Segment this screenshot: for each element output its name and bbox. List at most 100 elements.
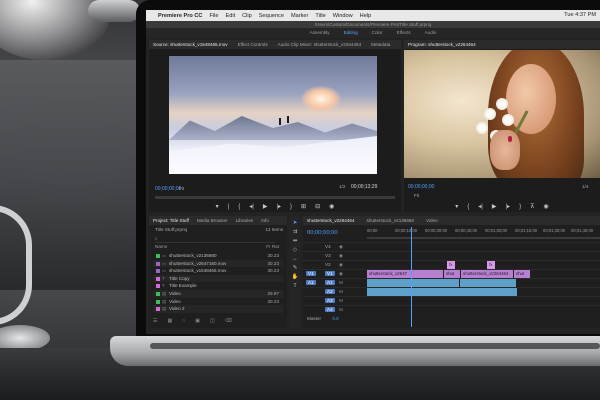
audio-clip[interactable]	[367, 279, 459, 287]
go-to-out-icon[interactable]: }	[290, 202, 292, 212]
overwrite-icon[interactable]: ⊟	[315, 202, 320, 212]
tab-project[interactable]: Project: Title Stuff	[153, 218, 189, 223]
tab-media-browser[interactable]: Media Browser	[197, 218, 228, 223]
timeline-clip[interactable]: shutterstock_v2647	[367, 270, 443, 278]
program-resolution[interactable]: 1/4	[582, 184, 588, 189]
menu-help[interactable]: Help	[360, 13, 372, 19]
source-patch-a1[interactable]: A1	[306, 280, 316, 285]
source-timecode[interactable]: 00;00;00;00	[155, 186, 181, 192]
tab-audio-clip-mixer[interactable]: Audio Clip Mixer: shutterstock_v2264464	[278, 42, 362, 47]
list-item[interactable]: ▭ shutterstock_v2647160.mov 30.23	[153, 259, 283, 268]
lift-icon[interactable]: ⊼	[530, 202, 534, 212]
timeline-clip[interactable]: shut	[514, 270, 530, 278]
menu-app-name[interactable]: Premiere Pro CC	[158, 13, 202, 19]
eye-icon[interactable]: ◉	[339, 244, 343, 250]
mute-icon[interactable]: M	[339, 289, 343, 294]
tab-sequence-3[interactable]: Video	[426, 218, 438, 223]
column-name[interactable]: Name	[155, 244, 167, 249]
step-forward-icon[interactable]: |▸	[505, 202, 510, 212]
go-to-in-icon[interactable]: {	[467, 202, 469, 212]
track-label[interactable]: V4	[325, 244, 331, 249]
hand-tool-icon[interactable]: ✋	[292, 274, 299, 280]
menu-title[interactable]: Title	[315, 13, 325, 19]
insert-icon[interactable]: ⊞	[301, 202, 306, 212]
selection-tool-icon[interactable]: ➤	[293, 220, 298, 226]
track-select-tool-icon[interactable]: ⇉	[293, 229, 298, 235]
step-back-icon[interactable]: ◂|	[478, 202, 483, 212]
source-patch-v1[interactable]: V1	[306, 271, 316, 276]
list-item[interactable]: T Title Copy	[153, 274, 283, 283]
tab-metadata[interactable]: Metadata	[371, 42, 390, 47]
menu-file[interactable]: File	[209, 13, 218, 19]
program-timecode[interactable]: 00;00;00;00	[408, 184, 434, 190]
new-item-icon[interactable]: ◫	[210, 318, 215, 326]
track-label[interactable]: A4	[325, 307, 335, 312]
menu-clip[interactable]: Clip	[242, 13, 252, 19]
timeline-clip[interactable]: fx	[487, 261, 495, 269]
razor-tool-icon[interactable]: ◇	[293, 247, 297, 253]
icon-view-icon[interactable]: ▦	[167, 318, 172, 326]
timeline-clip[interactable]: shutterstock_v2264464	[461, 270, 513, 278]
go-to-in-icon[interactable]: {	[238, 202, 240, 212]
list-item[interactable]: T Title Example	[153, 282, 283, 290]
track-label[interactable]: V3	[325, 253, 331, 258]
workspace-color[interactable]: Color	[372, 28, 383, 38]
step-forward-icon[interactable]: |▸	[276, 202, 281, 212]
tab-libraries[interactable]: Libraries	[236, 218, 254, 223]
list-item[interactable]: ▤ Video 30.23	[153, 298, 283, 306]
source-resolution[interactable]: 1/2	[339, 184, 345, 189]
eye-icon[interactable]: ◉	[339, 271, 343, 277]
play-icon[interactable]: ▶	[263, 202, 268, 212]
slip-tool-icon[interactable]: ↔	[292, 256, 297, 262]
playhead[interactable]	[411, 227, 412, 327]
zoom-slider-icon[interactable]: ○	[182, 318, 185, 326]
ripple-edit-tool-icon[interactable]: ⇹	[293, 238, 298, 244]
list-item[interactable]: ▤ Video 29.97	[153, 289, 283, 298]
tab-source[interactable]: Source: shutterstock_v1548465.mov	[153, 42, 228, 47]
workspace-editing[interactable]: Editing	[344, 28, 358, 38]
eye-icon[interactable]: ◉	[339, 253, 343, 259]
project-search-input[interactable]: ⌕	[155, 236, 275, 243]
tab-program[interactable]: Program: shutterstock_v2264464	[408, 42, 476, 47]
audio-clip[interactable]	[460, 279, 516, 287]
new-bin-icon[interactable]: ▣	[195, 318, 200, 326]
program-video-frame[interactable]	[404, 50, 600, 178]
list-item[interactable]: ▭ shutterstock_v1548465.mov 30.23	[153, 267, 283, 275]
timeline-clip[interactable]: shut	[444, 270, 460, 278]
type-tool-icon[interactable]: T	[293, 283, 296, 289]
menu-window[interactable]: Window	[333, 13, 353, 19]
work-area-bar[interactable]	[367, 237, 600, 239]
program-fit-dropdown[interactable]: Fit	[414, 193, 419, 198]
step-back-icon[interactable]: ◂|	[249, 202, 254, 212]
workspace-assembly[interactable]: Assembly	[310, 28, 330, 38]
tab-sequence-1[interactable]: shutterstock_v2264464	[307, 218, 355, 223]
trash-icon[interactable]: ⌫	[225, 318, 232, 326]
track-label[interactable]: A2	[325, 289, 335, 294]
tab-sequence-2[interactable]: shutterstock_v2136680	[367, 218, 415, 223]
track-label[interactable]: V2	[325, 262, 331, 267]
mark-in-icon[interactable]: ▾	[216, 202, 219, 212]
audio-clip[interactable]	[367, 288, 517, 296]
time-ruler[interactable]: 00;00 00;00;15;00 00;00;30;00 00;00;45;0…	[367, 227, 600, 236]
timeline-clip[interactable]: fx	[447, 261, 455, 269]
export-frame-icon[interactable]: ◉	[329, 202, 334, 212]
column-frame-rate[interactable]: Fr Rat	[266, 244, 279, 249]
pen-tool-icon[interactable]: ✎	[293, 265, 298, 271]
tab-effect-controls[interactable]: Effect Controls	[238, 42, 268, 47]
menu-edit[interactable]: Edit	[225, 13, 235, 19]
tab-info[interactable]: Info	[261, 218, 269, 223]
timeline-timecode[interactable]: 00;00;00;00	[307, 230, 338, 236]
menu-marker[interactable]: Marker	[291, 13, 308, 19]
mute-icon[interactable]: M	[339, 280, 343, 285]
mute-icon[interactable]: M	[339, 307, 343, 312]
workspace-effects[interactable]: Effects	[397, 28, 411, 38]
mute-icon[interactable]: M	[339, 298, 343, 303]
track-label[interactable]: V1	[325, 271, 335, 276]
track-label[interactable]: A1	[325, 280, 335, 285]
list-item[interactable]: ▭ shutterstock_v2136680 30.23	[153, 252, 283, 260]
go-to-out-icon[interactable]: }	[519, 202, 521, 212]
list-view-icon[interactable]: ☰	[153, 318, 157, 326]
source-scrub-bar[interactable]	[155, 196, 395, 199]
track-label[interactable]: A3	[325, 298, 335, 303]
master-volume[interactable]: 0.0	[332, 316, 338, 321]
